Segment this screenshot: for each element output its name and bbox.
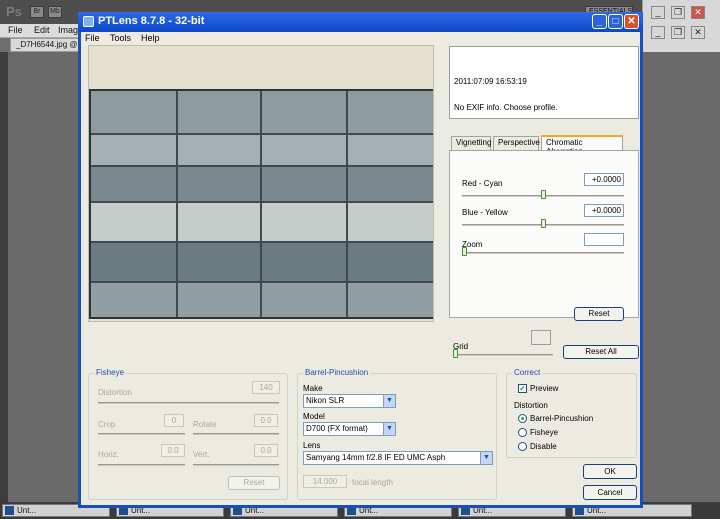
ps-menu-image[interactable]: Imag — [58, 25, 78, 35]
lens-select[interactable]: Samyang 14mm f/2.8 IF ED UMC Asph ▼ — [303, 451, 493, 465]
bridge-button[interactable]: Br — [30, 6, 44, 18]
fisheye-crop-label: Crop — [98, 420, 116, 429]
exif-datetime: 2011:07:09 16:53:19 — [454, 77, 527, 86]
radio-disable[interactable] — [518, 442, 527, 451]
radio-fisheye[interactable] — [518, 428, 527, 437]
red-cyan-value[interactable]: +0.0000 — [584, 173, 624, 186]
ps-menu-edit[interactable]: Edit — [34, 25, 50, 35]
document-tab[interactable]: _D7H6544.jpg @ — [10, 38, 82, 52]
fisheye-crop-value[interactable]: 0 — [164, 414, 184, 427]
maximize-button[interactable]: □ — [608, 14, 623, 29]
fisheye-group: Fisheye Distortion 140 Crop 0 Rotate 0.0… — [88, 368, 288, 500]
window-title: PTLens 8.7.8 - 32-bit — [98, 15, 205, 27]
menu-file[interactable]: File — [85, 33, 100, 43]
fisheye-title: Fisheye — [94, 368, 127, 377]
ps-menu-file[interactable]: File — [8, 25, 23, 35]
chromatic-aberration-panel: Red - Cyan +0.0000 Blue - Yellow +0.0000… — [449, 150, 639, 321]
tools-strip — [0, 52, 8, 502]
exif-note: No EXIF info. Choose profile. — [454, 103, 558, 112]
ps-doc-close-button[interactable]: ✕ — [691, 26, 705, 39]
title-bar[interactable]: PTLens 8.7.8 - 32-bit _ □ ✕ — [78, 12, 643, 32]
tab-perspective[interactable]: Perspective — [493, 136, 540, 150]
chevron-down-icon: ▼ — [480, 452, 492, 464]
fisheye-reset-button[interactable]: Reset — [228, 476, 280, 490]
fisheye-vert-value[interactable]: 0.0 — [254, 444, 278, 457]
radio-disable-label: Disable — [530, 442, 557, 451]
exif-info-panel: 2011:07:09 16:53:19 No EXIF info. Choose… — [449, 46, 639, 119]
cancel-button[interactable]: Cancel — [583, 485, 637, 500]
zoom-value[interactable] — [584, 233, 624, 246]
make-label: Make — [303, 384, 323, 393]
ps-close-button[interactable]: ✕ — [691, 6, 705, 19]
ps-restore-button[interactable]: ❐ — [671, 6, 685, 19]
correct-group: Correct ✓ Preview Distortion Barrel-Pinc… — [506, 368, 637, 458]
distortion-label: Distortion — [514, 401, 548, 410]
correct-title: Correct — [512, 368, 543, 377]
chevron-down-icon: ▼ — [383, 423, 395, 435]
minimize-button[interactable]: _ — [592, 14, 607, 29]
focal-length-label: focal length — [352, 478, 393, 487]
red-cyan-slider-thumb[interactable] — [540, 190, 546, 199]
fisheye-rotate-slider[interactable] — [193, 433, 279, 435]
fisheye-rotate-label: Rotate — [193, 420, 217, 429]
fisheye-horiz-slider[interactable] — [98, 464, 185, 466]
fisheye-distortion-value[interactable]: 140 — [252, 381, 280, 394]
menu-tools[interactable]: Tools — [110, 33, 131, 43]
zoom-slider[interactable] — [462, 252, 624, 254]
tab-chromatic-aberration[interactable]: Chromatic Aberration — [541, 135, 623, 156]
blue-yellow-label: Blue - Yellow — [462, 208, 508, 217]
grid-slider-thumb[interactable] — [453, 349, 458, 358]
fisheye-crop-slider[interactable] — [98, 433, 185, 435]
ps-doc-icon — [5, 506, 14, 515]
preview-photo — [89, 89, 433, 319]
zoom-slider-thumb[interactable] — [462, 247, 467, 256]
lens-label: Lens — [303, 441, 321, 450]
ptlens-app-icon — [83, 16, 94, 27]
fisheye-horiz-value[interactable]: 0.0 — [161, 444, 185, 457]
fisheye-vert-slider[interactable] — [193, 464, 279, 466]
fisheye-distortion-slider[interactable] — [98, 402, 279, 404]
radio-fisheye-label: Fisheye — [530, 428, 559, 437]
model-select[interactable]: D700 (FX format) ▼ — [303, 422, 396, 436]
preview-checkbox[interactable]: ✓ — [518, 384, 527, 393]
grid-slider[interactable] — [453, 354, 553, 356]
menu-help[interactable]: Help — [141, 33, 160, 43]
ps-doc-restore-button[interactable]: ❐ — [671, 26, 685, 39]
fisheye-vert-label: Vert. — [193, 450, 210, 459]
make-select[interactable]: Nikon SLR ▼ — [303, 394, 396, 408]
fisheye-distortion-label: Distortion — [98, 388, 132, 397]
preview-label: Preview — [530, 384, 559, 393]
ptlens-window: PTLens 8.7.8 - 32-bit _ □ ✕ File Tools H… — [78, 12, 643, 508]
ps-doc-minimize-button[interactable]: _ — [651, 26, 665, 39]
chevron-down-icon: ▼ — [383, 395, 395, 407]
barrel-pincushion-group: Barrel-Pincushion Make Nikon SLR ▼ Model … — [297, 368, 497, 500]
barrel-title: Barrel-Pincushion — [303, 368, 371, 377]
fisheye-rotate-value[interactable]: 0.0 — [254, 414, 278, 427]
radio-barrel-label: Barrel-Pincushion — [530, 414, 594, 423]
fisheye-horiz-label: Horiz. — [98, 450, 119, 459]
ca-reset-button[interactable]: Reset — [574, 307, 624, 321]
grid-color-swatch[interactable] — [531, 330, 551, 345]
photoshop-logo: Ps — [6, 4, 22, 19]
image-preview[interactable] — [88, 45, 434, 322]
reset-all-button[interactable]: Reset All — [563, 345, 639, 359]
close-button[interactable]: ✕ — [624, 14, 639, 29]
minibridge-button[interactable]: Mb — [48, 6, 62, 18]
menubar: File Tools Help — [81, 32, 640, 46]
red-cyan-label: Red - Cyan — [462, 179, 503, 188]
model-label: Model — [303, 412, 325, 421]
blue-yellow-slider-thumb[interactable] — [540, 219, 546, 228]
radio-barrel-pincushion[interactable] — [518, 414, 527, 423]
focal-length-value[interactable]: 14.000 — [303, 475, 347, 488]
tab-vignetting[interactable]: Vignetting — [451, 136, 491, 150]
ps-minimize-button[interactable]: _ — [651, 6, 665, 19]
blue-yellow-value[interactable]: +0.0000 — [584, 204, 624, 217]
ok-button[interactable]: OK — [583, 464, 637, 479]
